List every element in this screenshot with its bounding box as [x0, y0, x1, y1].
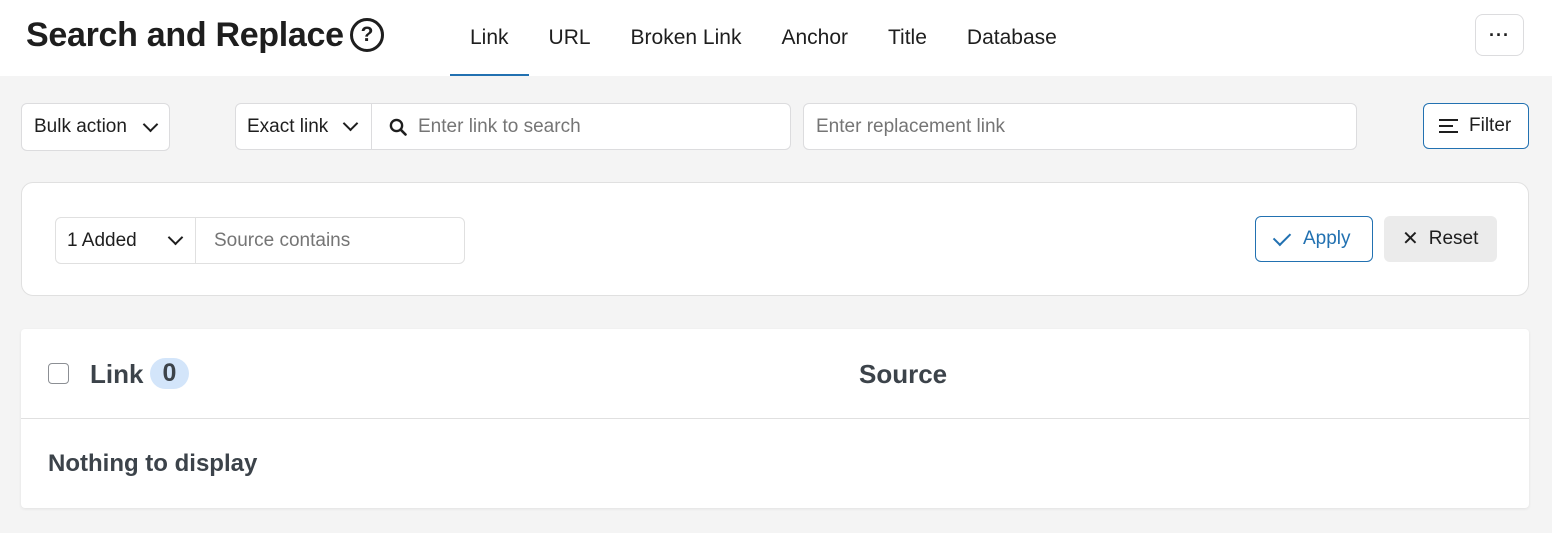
- tab-url[interactable]: URL: [529, 0, 611, 76]
- search-icon: [389, 118, 407, 136]
- select-all-checkbox[interactable]: [48, 363, 69, 384]
- match-type-label: Exact link: [247, 115, 329, 137]
- search-group: Exact link: [235, 103, 791, 150]
- search-input[interactable]: [418, 104, 778, 149]
- filter-panel: 1 Added Apply ✕ Reset: [21, 182, 1529, 296]
- filter-button[interactable]: Filter: [1423, 103, 1529, 149]
- apply-label: Apply: [1303, 228, 1351, 249]
- filter-icon: [1439, 119, 1458, 133]
- bulk-action-select[interactable]: Bulk action: [21, 103, 170, 151]
- close-icon: ✕: [1402, 228, 1419, 250]
- help-icon[interactable]: ?: [350, 18, 384, 52]
- status-select[interactable]: 1 Added: [55, 217, 196, 264]
- chevron-down-icon: [142, 116, 159, 133]
- empty-message: Nothing to display: [48, 450, 258, 477]
- replacement-input[interactable]: [803, 103, 1357, 150]
- top-bar: Search and Replace ? Link URL Broken Lin…: [0, 0, 1552, 76]
- filter-label: Filter: [1469, 115, 1512, 136]
- links-table: Link 0 Source Nothing to display: [21, 329, 1529, 508]
- chevron-down-icon: [167, 229, 184, 246]
- reset-button[interactable]: ✕ Reset: [1384, 216, 1497, 262]
- page-title: Search and Replace: [26, 16, 344, 54]
- count-badge: 0: [150, 358, 189, 389]
- tab-anchor[interactable]: Anchor: [761, 0, 868, 76]
- tab-title[interactable]: Title: [868, 0, 947, 76]
- apply-button[interactable]: Apply: [1255, 216, 1373, 262]
- more-options-button[interactable]: ···: [1475, 14, 1524, 56]
- source-contains-input[interactable]: [195, 217, 465, 264]
- column-header-link: Link: [90, 359, 144, 389]
- check-icon: [1272, 227, 1292, 246]
- tab-database[interactable]: Database: [947, 0, 1077, 76]
- bulk-action-label: Bulk action: [34, 116, 127, 137]
- reset-label: Reset: [1428, 228, 1479, 249]
- more-icon: ···: [1489, 24, 1510, 45]
- status-label: 1 Added: [67, 229, 137, 251]
- tab-link[interactable]: Link: [450, 0, 529, 76]
- column-header-source: Source: [859, 359, 948, 389]
- match-type-select[interactable]: Exact link: [236, 104, 372, 149]
- tab-bar: Link URL Broken Link Anchor Title Databa…: [450, 0, 1077, 76]
- tab-broken-link[interactable]: Broken Link: [611, 0, 762, 76]
- chevron-down-icon: [342, 115, 359, 132]
- table-header: Link 0 Source: [21, 329, 1529, 419]
